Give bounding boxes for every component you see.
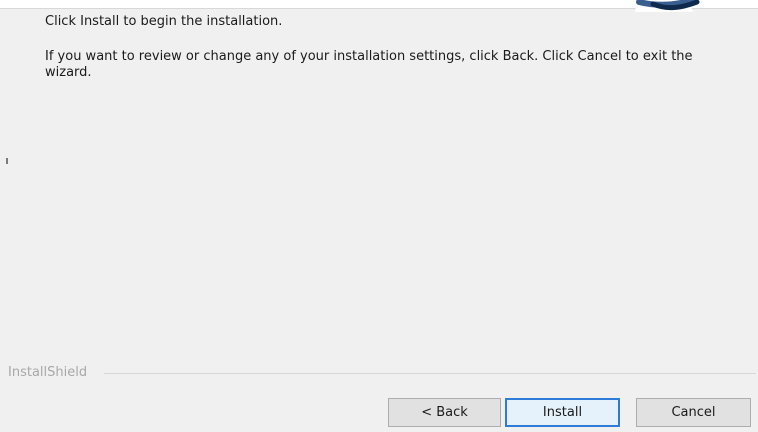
installer-logo-icon: [635, 0, 711, 12]
cancel-button[interactable]: Cancel: [636, 398, 751, 427]
back-button[interactable]: < Back: [388, 398, 501, 427]
instruction-line-1: Click Install to begin the installation.: [45, 14, 283, 29]
instruction-line-2: If you want to review or change any of y…: [45, 49, 693, 80]
install-button[interactable]: Install: [505, 398, 620, 427]
dialog-message: Click Install to begin the installation.…: [45, 14, 735, 81]
installer-dialog: Click Install to begin the installation.…: [0, 0, 758, 432]
edge-mark: [6, 158, 8, 164]
footer-divider: [104, 373, 756, 374]
installshield-label: InstallShield: [8, 365, 88, 380]
